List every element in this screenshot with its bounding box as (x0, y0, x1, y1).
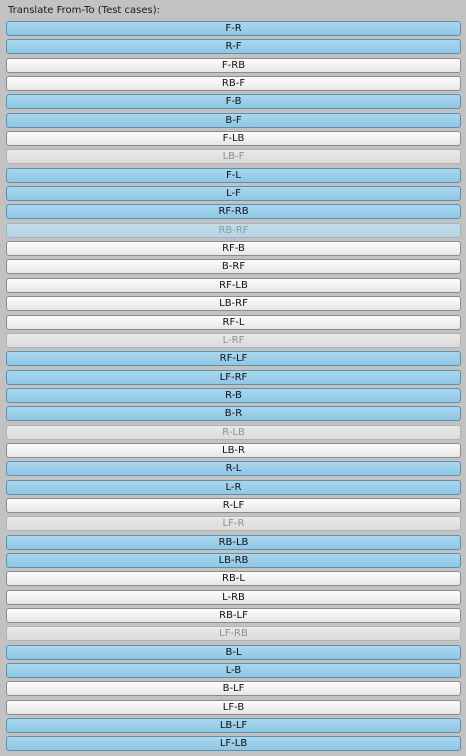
test-case-button[interactable]: LF-LB (6, 736, 461, 752)
test-case-button[interactable]: RB-L (6, 571, 461, 587)
test-case-button[interactable]: B-LF (6, 681, 461, 697)
test-case-button: RB-RF (6, 222, 461, 238)
test-case-button[interactable]: LB-RB (6, 552, 461, 568)
test-case-button[interactable]: LF-RF (6, 369, 461, 385)
test-case-button[interactable]: RB-F (6, 76, 461, 92)
test-case-button[interactable]: B-RF (6, 259, 461, 275)
test-case-button: LF-RB (6, 626, 461, 642)
test-case-button[interactable]: F-LB (6, 131, 461, 147)
test-case-button: LB-F (6, 149, 461, 165)
test-case-button: L-RF (6, 332, 461, 348)
test-case-button[interactable]: B-L (6, 644, 461, 660)
test-case-button: LF-R (6, 516, 461, 532)
test-case-button[interactable]: R-F (6, 39, 461, 55)
test-case-button[interactable]: LF-B (6, 699, 461, 715)
test-case-button[interactable]: RF-LB (6, 277, 461, 293)
test-case-button[interactable]: R-L (6, 461, 461, 477)
test-case-button[interactable]: RF-B (6, 241, 461, 257)
test-case-list: F-R R-F F-RB RB-F F-B B-F F-LB LB-F F-L L-F RF-RB R… (6, 21, 461, 755)
test-case-button[interactable]: LB-LF (6, 718, 461, 734)
test-case-button[interactable]: R-B (6, 387, 461, 403)
test-case-button[interactable]: B-F (6, 112, 461, 128)
test-case-button[interactable]: F-B (6, 94, 461, 110)
test-case-button[interactable]: F-R (6, 21, 461, 36)
test-case-button[interactable]: RB-LF (6, 608, 461, 623)
translate-panel: Translate From-To (Test cases): F-R R-F F-… (0, 0, 466, 756)
test-case-button: R-LB (6, 424, 461, 440)
test-case-button[interactable]: F-RB (6, 57, 461, 73)
test-case-button[interactable]: R-LF (6, 497, 461, 513)
test-case-button[interactable]: RF-RB (6, 204, 461, 220)
panel-header: Translate From-To (Test cases): (8, 5, 160, 16)
test-case-button[interactable]: RB-LB (6, 534, 461, 550)
test-case-button[interactable]: L-B (6, 663, 461, 679)
test-case-button[interactable]: RF-L (6, 314, 461, 330)
test-case-button[interactable]: F-L (6, 167, 461, 183)
test-case-button[interactable]: L-F (6, 186, 461, 202)
test-case-button[interactable]: L-RB (6, 589, 461, 605)
test-case-button[interactable]: LB-R (6, 442, 461, 458)
test-case-button[interactable]: B-R (6, 406, 461, 422)
test-case-button[interactable]: LB-RF (6, 296, 461, 312)
test-case-button[interactable]: RF-LF (6, 351, 461, 367)
test-case-button[interactable]: L-R (6, 479, 461, 495)
